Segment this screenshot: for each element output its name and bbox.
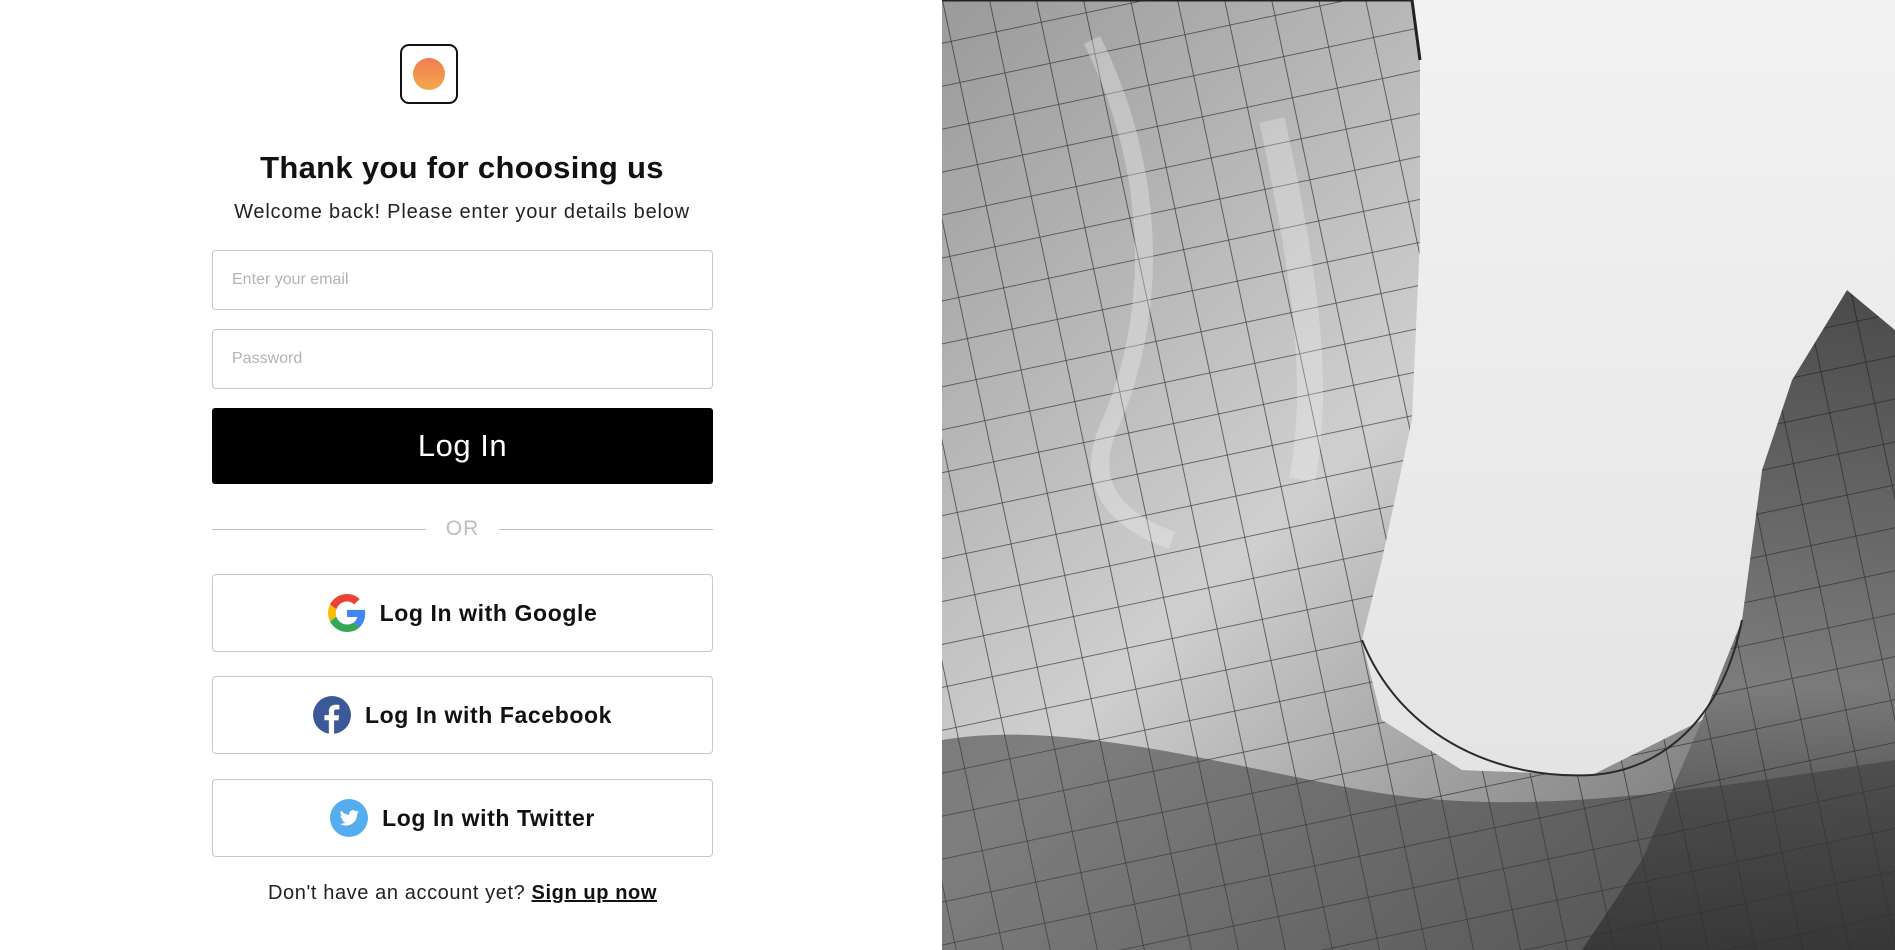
twitter-login-button[interactable]: Log In with Twitter (212, 779, 713, 857)
facebook-login-label: Log In with Facebook (364, 701, 613, 728)
google-login-label: Log In with Google (379, 599, 598, 626)
login-panel: Thank you for choosing us Welcome back! … (0, 0, 942, 950)
sun-logo-icon (413, 58, 445, 90)
signup-prompt: Don't have an account yet? Sign up now (212, 882, 713, 905)
signup-prompt-text: Don't have an account yet? (268, 882, 526, 904)
facebook-login-button[interactable]: Log In with Facebook (212, 676, 713, 754)
email-input[interactable] (212, 250, 713, 310)
architecture-photo (942, 0, 1895, 950)
hero-image (942, 0, 1895, 950)
twitter-icon (330, 799, 369, 837)
twitter-login-label: Log In with Twitter (382, 804, 595, 831)
google-login-button[interactable]: Log In with Google (212, 574, 713, 652)
divider-line-right (499, 528, 713, 530)
or-divider: OR (212, 515, 713, 543)
divider-label: OR (445, 517, 480, 540)
page-title: Thank you for choosing us (260, 150, 664, 185)
signup-link[interactable]: Sign up now (532, 882, 657, 904)
login-button[interactable]: Log In (212, 408, 713, 484)
page-subtitle: Welcome back! Please enter your details … (234, 201, 690, 223)
password-input[interactable] (212, 329, 713, 389)
facebook-icon (312, 696, 351, 734)
google-icon (327, 594, 366, 632)
divider-line-left (212, 528, 426, 530)
app-logo (400, 44, 458, 104)
